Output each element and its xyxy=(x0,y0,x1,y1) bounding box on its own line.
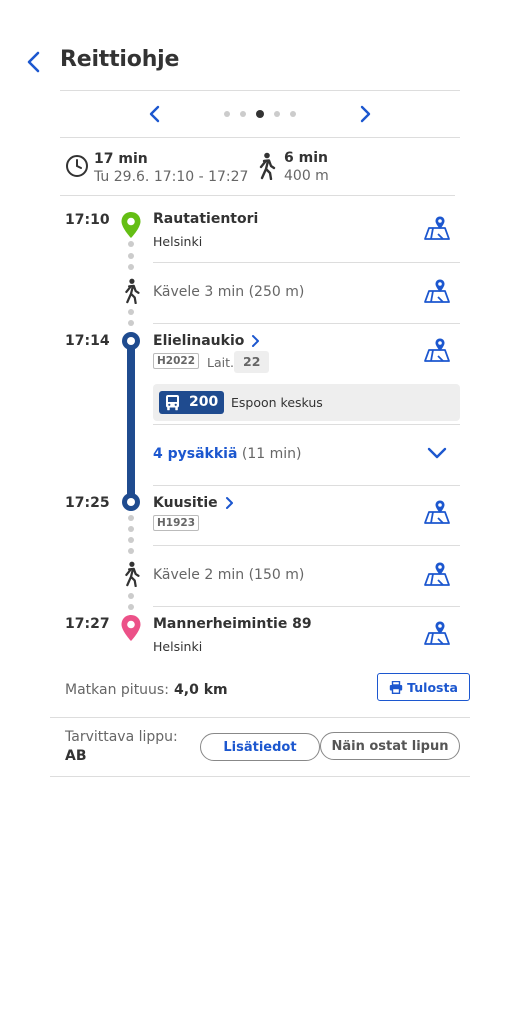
walk-distance: 400 m xyxy=(284,168,329,184)
map-button[interactable] xyxy=(423,560,451,588)
divider xyxy=(153,485,460,486)
map-marker-icon xyxy=(424,621,450,645)
alight-stop-name: Kuusitie xyxy=(153,495,218,511)
route-dot xyxy=(128,593,134,599)
map-button[interactable] xyxy=(423,277,451,305)
chevron-right-icon xyxy=(360,105,371,123)
chevron-left-icon xyxy=(149,105,160,123)
next-itinerary-button[interactable] xyxy=(350,99,380,129)
alight-stop-link[interactable]: Kuusitie xyxy=(153,495,234,511)
route-dot xyxy=(128,548,134,554)
board-stop-name: Elielinaukio xyxy=(153,333,245,349)
walk-leg-text: Kävele 3 min (250 m) xyxy=(153,284,305,300)
page-title: Reittiohje xyxy=(60,47,180,72)
route-dot xyxy=(128,309,134,315)
how-to-buy-ticket-button[interactable]: Näin ostat lipun xyxy=(320,732,460,760)
route-number: 200 xyxy=(189,394,219,410)
chevron-right-icon xyxy=(252,335,260,347)
route-dot xyxy=(128,515,134,521)
alight-stop-marker xyxy=(122,493,140,511)
chevron-left-icon xyxy=(27,51,40,73)
divider xyxy=(153,262,460,263)
origin-stop-name[interactable]: Rautatientori xyxy=(153,211,258,227)
board-time: 17:14 xyxy=(65,333,110,349)
expand-stops-button[interactable] xyxy=(426,444,448,462)
back-button[interactable] xyxy=(18,46,50,78)
stop-code-badge: H2022 xyxy=(153,353,200,369)
destination-name[interactable]: Mannerheimintie 89 xyxy=(153,616,312,632)
divider xyxy=(153,424,460,425)
divider xyxy=(60,90,460,91)
board-stop-link[interactable]: Elielinaukio xyxy=(153,333,260,349)
pager-dot[interactable] xyxy=(224,111,230,117)
origin-time: 17:10 xyxy=(65,212,110,228)
route-dot xyxy=(128,320,134,326)
route-dot xyxy=(128,604,134,610)
divider xyxy=(60,195,455,196)
origin-city: Helsinki xyxy=(153,234,203,249)
bus-route-line xyxy=(127,340,135,501)
divider xyxy=(50,776,470,777)
intermediate-stops-duration: (11 min) xyxy=(241,446,302,462)
map-marker-icon xyxy=(424,562,450,586)
divider xyxy=(60,137,460,138)
map-marker-icon xyxy=(424,279,450,303)
route-dot xyxy=(128,241,134,247)
walk-leg-text: Kävele 2 min (150 m) xyxy=(153,567,305,583)
print-label: Tulosta xyxy=(407,679,458,695)
map-button[interactable] xyxy=(423,619,451,647)
distance-label: Matkan pituus: xyxy=(65,682,169,698)
more-info-button[interactable]: Lisätiedot xyxy=(200,733,320,761)
printer-icon xyxy=(389,680,403,694)
map-button[interactable] xyxy=(423,336,451,364)
previous-itinerary-button[interactable] xyxy=(140,99,170,129)
route-dot xyxy=(128,264,134,270)
destination-time: 17:27 xyxy=(65,616,110,632)
clock-icon xyxy=(66,155,88,177)
map-marker-icon xyxy=(424,216,450,240)
destination-city: Helsinki xyxy=(153,639,203,654)
ticket-zone: AB xyxy=(65,748,87,764)
destination-marker-icon xyxy=(121,615,141,641)
platform-number: 22 xyxy=(234,351,270,373)
route-dot xyxy=(128,526,134,532)
intermediate-stops-count: 4 pysäkkiä xyxy=(153,446,238,462)
pager-dot[interactable] xyxy=(274,111,280,117)
pager-dot[interactable] xyxy=(290,111,296,117)
map-marker-icon xyxy=(424,338,450,362)
chevron-down-icon xyxy=(427,447,447,459)
print-button[interactable]: Tulosta xyxy=(377,673,470,701)
pager-dot[interactable] xyxy=(240,111,246,117)
origin-marker-icon xyxy=(121,212,141,238)
divider xyxy=(50,717,470,718)
route-headsign: Espoon keskus xyxy=(231,395,323,410)
divider xyxy=(153,606,460,607)
walk-icon xyxy=(259,152,276,180)
distance-value: 4,0 km xyxy=(174,682,228,698)
walk-duration: 6 min xyxy=(284,150,328,166)
trip-distance: Matkan pituus: 4,0 km xyxy=(65,679,228,698)
route-dot xyxy=(128,253,134,259)
route-dot xyxy=(128,537,134,543)
total-duration: 17 min xyxy=(94,151,148,167)
pager-dot-active[interactable] xyxy=(256,110,264,118)
board-stop-marker xyxy=(122,332,140,350)
ticket-label: Tarvittava lippu: xyxy=(65,729,178,745)
platform-label: Lait. xyxy=(207,355,234,370)
map-button[interactable] xyxy=(423,214,451,242)
chevron-right-icon xyxy=(225,497,233,509)
map-button[interactable] xyxy=(423,498,451,526)
divider xyxy=(153,323,460,324)
bus-icon xyxy=(166,395,179,411)
route-badge: 200 xyxy=(159,391,224,414)
map-marker-icon xyxy=(424,500,450,524)
divider xyxy=(153,545,460,546)
alight-time: 17:25 xyxy=(65,495,110,511)
stop-code-badge: H1923 xyxy=(153,515,200,531)
walk-icon xyxy=(125,561,140,587)
route-info-box[interactable]: 200 Espoon keskus xyxy=(153,384,460,421)
itinerary-date-time: Tu 29.6. 17:10 - 17:27 xyxy=(94,169,249,185)
walk-icon xyxy=(125,278,140,304)
intermediate-stops-toggle[interactable]: 4 pysäkkiä (11 min) xyxy=(153,446,301,462)
